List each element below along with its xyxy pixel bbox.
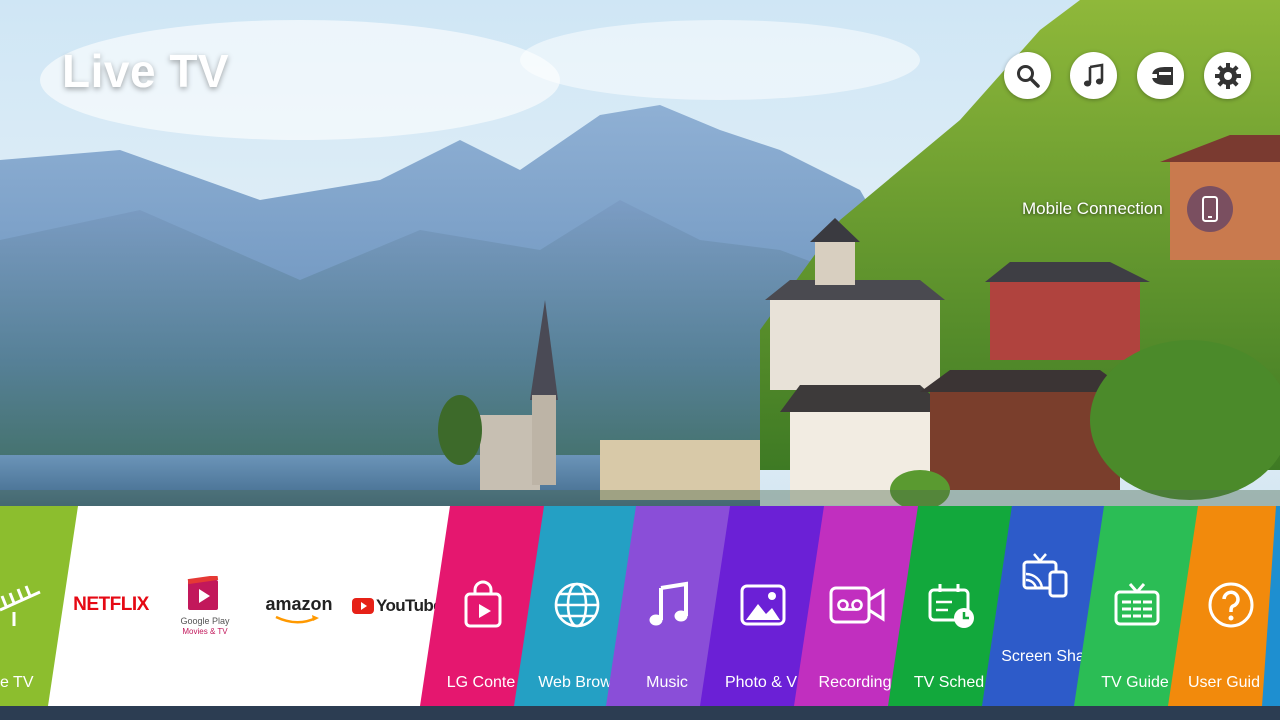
launcher-bar: e TV NETFLIX Google Play Movies & TV ama… <box>0 506 1280 720</box>
globe-icon <box>554 582 600 628</box>
input-button[interactable] <box>1137 52 1184 99</box>
photo-icon <box>740 584 786 626</box>
tv-guide-icon <box>1114 583 1160 626</box>
settings-icon <box>1214 62 1241 89</box>
screen-share-icon <box>1022 553 1068 598</box>
amazon-logo-text: amazon <box>265 594 333 614</box>
mobile-connection-button[interactable] <box>1187 186 1233 232</box>
antenna-icon <box>0 585 41 626</box>
google-play-movies-icon <box>187 576 219 610</box>
input-icon <box>1146 66 1173 85</box>
tile-next-partial <box>1262 506 1280 706</box>
music-note-icon <box>649 581 688 626</box>
help-icon <box>1208 582 1254 628</box>
phone-icon <box>1202 196 1218 222</box>
amazon-smile-icon <box>275 615 319 624</box>
scheduler-icon <box>928 584 974 628</box>
recording-icon <box>829 586 885 624</box>
music-button[interactable] <box>1070 52 1117 99</box>
search-icon <box>1016 64 1040 88</box>
youtube-play-icon <box>352 598 374 614</box>
netflix-logo-text: NETFLIX <box>73 594 149 615</box>
mobile-connection-label: Mobile Connection <box>1022 199 1163 218</box>
settings-button[interactable] <box>1204 52 1251 99</box>
launcher-bottom-bar <box>0 706 1280 720</box>
music-icon <box>1083 62 1103 86</box>
search-button[interactable] <box>1004 52 1051 99</box>
store-bag-icon <box>464 580 502 628</box>
page-title: Live TV <box>62 45 230 97</box>
